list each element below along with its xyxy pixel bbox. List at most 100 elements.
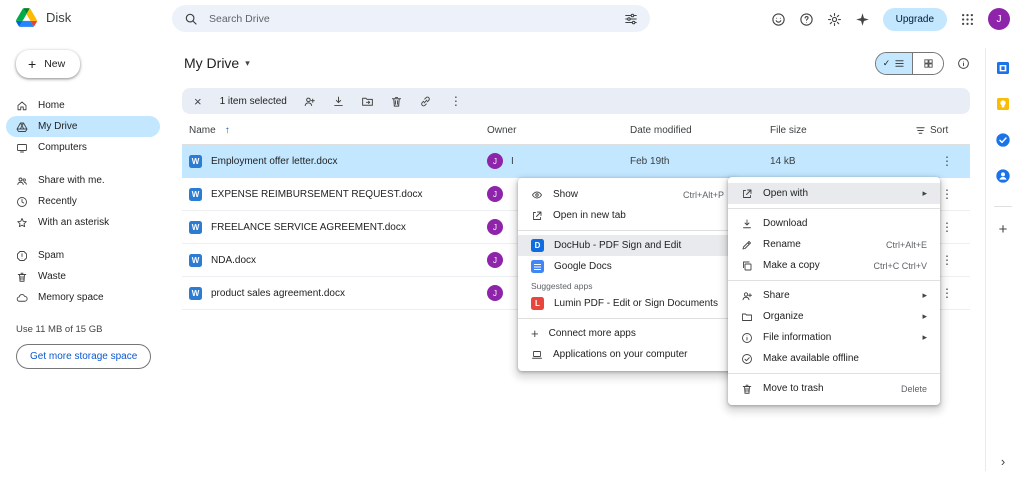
sidebar-item-shared-with-me[interactable]: Share with me. (6, 170, 160, 191)
menu-item-download[interactable]: Download (728, 213, 940, 234)
link-icon[interactable] (419, 95, 432, 108)
menu-divider (728, 280, 940, 281)
sidebar-item-label: My Drive (38, 121, 78, 132)
trash-icon (16, 271, 28, 283)
row-more-icon[interactable]: ⋮ (937, 218, 957, 236)
menu-item-apps-on-your-computer[interactable]: Applications on your computer (518, 344, 737, 365)
selection-count: 1 item selected (219, 95, 287, 107)
column-header-owner[interactable]: Owner (485, 125, 630, 136)
details-info-icon[interactable] (957, 57, 970, 70)
sidebar-item-recent[interactable]: Recently (6, 191, 160, 212)
row-more-icon[interactable]: ⋮ (937, 284, 957, 302)
menu-item-connect-more-apps[interactable]: + Connect more apps (518, 323, 737, 344)
add-panel-app-icon[interactable]: + (999, 221, 1008, 238)
sidebar-item-home[interactable]: Home (6, 95, 160, 116)
menu-item-organize[interactable]: Organize ▸ (728, 306, 940, 327)
column-header-date-modified[interactable]: Date modified (630, 125, 770, 136)
drive-logo[interactable]: Disk (16, 8, 71, 27)
menu-item-show[interactable]: Show Ctrl+Alt+P (518, 184, 737, 205)
drive-logo-icon (16, 8, 37, 27)
column-header-file-size[interactable]: File size (770, 125, 915, 136)
view-toggle: ✓ (875, 51, 944, 75)
submenu-arrow-icon: ▸ (922, 332, 927, 342)
owner-avatar: J (487, 186, 503, 202)
feedback-icon[interactable] (771, 12, 786, 27)
open-in-new-icon (531, 210, 543, 222)
file-row[interactable]: W Employment offer letter.docx J I Feb 1… (182, 145, 970, 178)
menu-item-open-in-new-tab[interactable]: Open in new tab (518, 205, 737, 226)
suggested-apps-label: Suggested apps (531, 281, 593, 291)
sidebar-item-my-drive[interactable]: My Drive (6, 116, 160, 137)
account-avatar[interactable]: J (988, 8, 1010, 30)
menu-item-make-available-offline[interactable]: Make available offline (728, 348, 940, 369)
menu-divider (728, 373, 940, 374)
get-more-storage-button[interactable]: Get more storage space (16, 344, 152, 369)
sidebar-item-storage[interactable]: Memory space (6, 287, 160, 308)
shortcut-label: Ctrl+C Ctrl+V (873, 260, 927, 271)
menu-item-share[interactable]: Share ▸ (728, 285, 940, 306)
menu-item-move-to-trash[interactable]: Move to trash Delete (728, 378, 940, 399)
search-bar[interactable] (172, 5, 650, 32)
side-panel: + › (985, 48, 1020, 471)
menu-item-make-a-copy[interactable]: Make a copy Ctrl+C Ctrl+V (728, 255, 940, 276)
apps-grid-icon[interactable] (960, 12, 975, 27)
preview-eye-icon (531, 189, 543, 201)
calendar-icon[interactable] (995, 60, 1011, 76)
help-icon[interactable] (799, 12, 814, 27)
shortcut-label: Ctrl+Alt+P (682, 189, 724, 200)
page-title[interactable]: My Drive ▾ (184, 55, 250, 71)
menu-item-rename[interactable]: Rename Ctrl+Alt+E (728, 234, 940, 255)
my-drive-icon (16, 121, 28, 133)
table-header: Name ↑ Owner Date modified File size Sor… (182, 116, 970, 145)
menu-divider (518, 318, 737, 319)
search-input[interactable] (207, 11, 615, 26)
check-icon: ✓ (882, 57, 891, 68)
search-options-icon[interactable] (624, 12, 638, 26)
menu-item-open-with[interactable]: Open with ▸ (728, 183, 940, 204)
sidebar-item-trash[interactable]: Waste (6, 266, 160, 287)
row-more-icon[interactable]: ⋮ (937, 251, 957, 269)
sidebar-item-label: Memory space (38, 292, 104, 303)
share-user-icon[interactable] (303, 95, 316, 108)
new-button-label: New (44, 58, 66, 70)
file-name: FREELANCE SERVICE AGREEMENT.docx (211, 221, 406, 233)
download-icon[interactable] (332, 95, 345, 108)
context-menu: Open with ▸ Download Rename Ctrl+Alt+E M… (728, 177, 940, 405)
search-icon[interactable] (184, 12, 198, 26)
grid-view-button[interactable] (912, 52, 943, 74)
column-header-name[interactable]: Name ↑ (182, 125, 485, 136)
upgrade-button[interactable]: Upgrade (882, 7, 947, 31)
word-file-icon: W (189, 286, 202, 300)
open-with-submenu: Show Ctrl+Alt+P Open in new tab D DocHub… (518, 178, 737, 371)
laptop-icon (531, 349, 543, 361)
move-to-folder-icon[interactable] (361, 95, 374, 108)
expand-panel-icon[interactable]: › (1001, 454, 1005, 469)
clear-selection-icon[interactable]: × (192, 94, 204, 109)
menu-item-file-information[interactable]: File information ▸ (728, 327, 940, 348)
row-more-icon[interactable]: ⋮ (937, 152, 957, 170)
menu-item-lumin-pdf[interactable]: L Lumin PDF - Edit or Sign Documents (518, 293, 737, 314)
download-icon (741, 218, 753, 230)
storage-usage: Use 11 MB of 15 GB (16, 324, 103, 335)
sidebar-item-computers[interactable]: Computers (6, 137, 160, 158)
row-more-icon[interactable]: ⋮ (937, 185, 957, 203)
keep-icon[interactable] (995, 96, 1011, 112)
tasks-icon[interactable] (995, 132, 1011, 148)
menu-item-dochub[interactable]: D DocHub - PDF Sign and Edit (518, 235, 737, 256)
trash-icon[interactable] (390, 95, 403, 108)
sort-icon (915, 125, 926, 136)
contacts-icon[interactable] (995, 168, 1011, 184)
new-button[interactable]: + New (16, 50, 81, 78)
google-docs-icon (531, 260, 544, 273)
sort-button[interactable]: Sort (915, 125, 948, 136)
settings-icon[interactable] (827, 12, 842, 27)
file-name: EXPENSE REIMBURSEMENT REQUEST.docx (211, 188, 423, 200)
grid-view-icon (923, 58, 934, 69)
sidebar-item-spam[interactable]: Spam (6, 245, 160, 266)
sidebar-item-starred[interactable]: With an asterisk (6, 212, 160, 233)
more-actions-icon[interactable]: ⋮ (450, 95, 462, 107)
list-view-button[interactable]: ✓ (876, 52, 912, 74)
menu-item-google-docs[interactable]: Google Docs (518, 256, 737, 277)
gemini-sparkle-icon[interactable] (855, 12, 870, 27)
word-file-icon: W (189, 220, 202, 234)
